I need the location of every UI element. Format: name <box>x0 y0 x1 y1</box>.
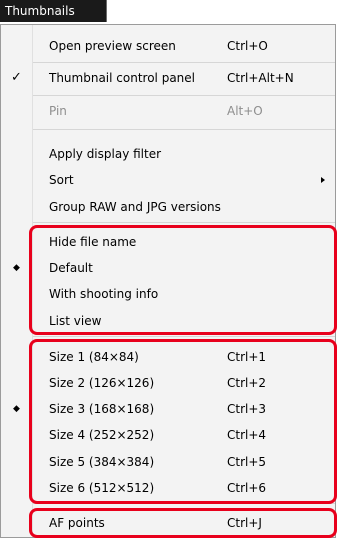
menu-thumbnails-tab[interactable]: Thumbnails <box>0 0 107 22</box>
menu-item-label: List view <box>49 314 102 328</box>
menu-separator <box>33 129 335 130</box>
menu-separator <box>33 62 335 63</box>
menu-separator <box>33 503 335 504</box>
menu-item-default[interactable]: ◆ Default <box>1 256 335 280</box>
menu-item-group-raw-jpg[interactable]: Group RAW and JPG versions <box>1 195 335 219</box>
thumbnails-dropdown-menu: Open preview screen Ctrl+O ✓ Thumbnail c… <box>0 24 336 538</box>
menu-item-label: Size 6 (512×512) <box>49 481 155 495</box>
menu-item-apply-display-filter[interactable]: Apply display filter <box>1 142 335 166</box>
menu-item-shortcut: Ctrl+J <box>227 516 262 530</box>
menu-item-size-6[interactable]: Size 6 (512×512) Ctrl+6 <box>1 476 335 500</box>
menu-item-af-points[interactable]: AF points Ctrl+J <box>1 511 335 535</box>
menu-item-label: Thumbnail control panel <box>49 71 195 85</box>
menu-item-shortcut: Ctrl+3 <box>227 402 267 416</box>
menu-item-shortcut: Ctrl+2 <box>227 376 267 390</box>
menu-separator <box>33 95 335 96</box>
menu-item-label: Open preview screen <box>49 39 176 53</box>
menu-item-label: Hide file name <box>49 235 137 249</box>
menu-item-label: Size 2 (126×126) <box>49 376 155 390</box>
menu-item-shortcut: Ctrl+O <box>227 39 268 53</box>
menu-item-shortcut: Ctrl+5 <box>227 455 267 469</box>
menu-item-shortcut: Ctrl+1 <box>227 350 267 364</box>
menu-item-thumbnail-control-panel[interactable]: ✓ Thumbnail control panel Ctrl+Alt+N <box>1 66 335 90</box>
submenu-arrow-icon <box>321 177 325 183</box>
menu-item-shortcut: Ctrl+4 <box>227 428 267 442</box>
menu-item-size-1[interactable]: Size 1 (84×84) Ctrl+1 <box>1 345 335 369</box>
menu-item-size-5[interactable]: Size 5 (384×384) Ctrl+5 <box>1 450 335 474</box>
menu-item-shortcut: Ctrl+6 <box>227 481 267 495</box>
menu-item-shortcut: Alt+O <box>227 104 263 118</box>
menu-item-pin[interactable]: Pin Alt+O <box>1 99 335 123</box>
menu-separator <box>33 336 335 337</box>
radio-bullet-icon: ◆ <box>13 404 20 414</box>
menu-item-with-shooting-info[interactable]: With shooting info <box>1 282 335 306</box>
menu-item-size-3[interactable]: ◆ Size 3 (168×168) Ctrl+3 <box>1 397 335 421</box>
menu-item-label: Apply display filter <box>49 147 162 161</box>
menu-item-label: Default <box>49 261 93 275</box>
menu-item-size-2[interactable]: Size 2 (126×126) Ctrl+2 <box>1 371 335 395</box>
menu-item-label: AF points <box>49 516 105 530</box>
menu-item-label: Size 3 (168×168) <box>49 402 155 416</box>
menu-item-hide-file-name[interactable]: Hide file name <box>1 230 335 254</box>
menu-item-label: Size 1 (84×84) <box>49 350 139 364</box>
menu-item-label: Sort <box>49 173 74 187</box>
radio-bullet-icon: ◆ <box>13 263 20 273</box>
menu-separator <box>33 222 335 223</box>
menu-item-list-view[interactable]: List view <box>1 309 335 333</box>
menu-item-label: Pin <box>49 104 67 118</box>
menu-item-label: Size 4 (252×252) <box>49 428 155 442</box>
menu-item-label: With shooting info <box>49 287 159 301</box>
menu-item-open-preview-screen[interactable]: Open preview screen Ctrl+O <box>1 34 335 58</box>
menu-item-size-4[interactable]: Size 4 (252×252) Ctrl+4 <box>1 423 335 447</box>
checkmark-icon: ✓ <box>11 70 22 85</box>
menu-item-shortcut: Ctrl+Alt+N <box>227 71 294 85</box>
menu-item-label: Size 5 (384×384) <box>49 455 155 469</box>
menu-item-label: Group RAW and JPG versions <box>49 200 221 214</box>
menu-item-sort[interactable]: Sort <box>1 168 335 192</box>
